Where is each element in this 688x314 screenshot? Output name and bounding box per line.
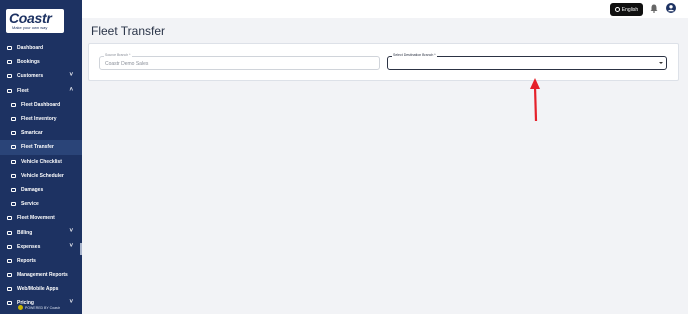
annotation-arrow — [530, 78, 540, 122]
arrow-shaft — [533, 85, 538, 122]
arrow-head-icon — [530, 78, 540, 89]
